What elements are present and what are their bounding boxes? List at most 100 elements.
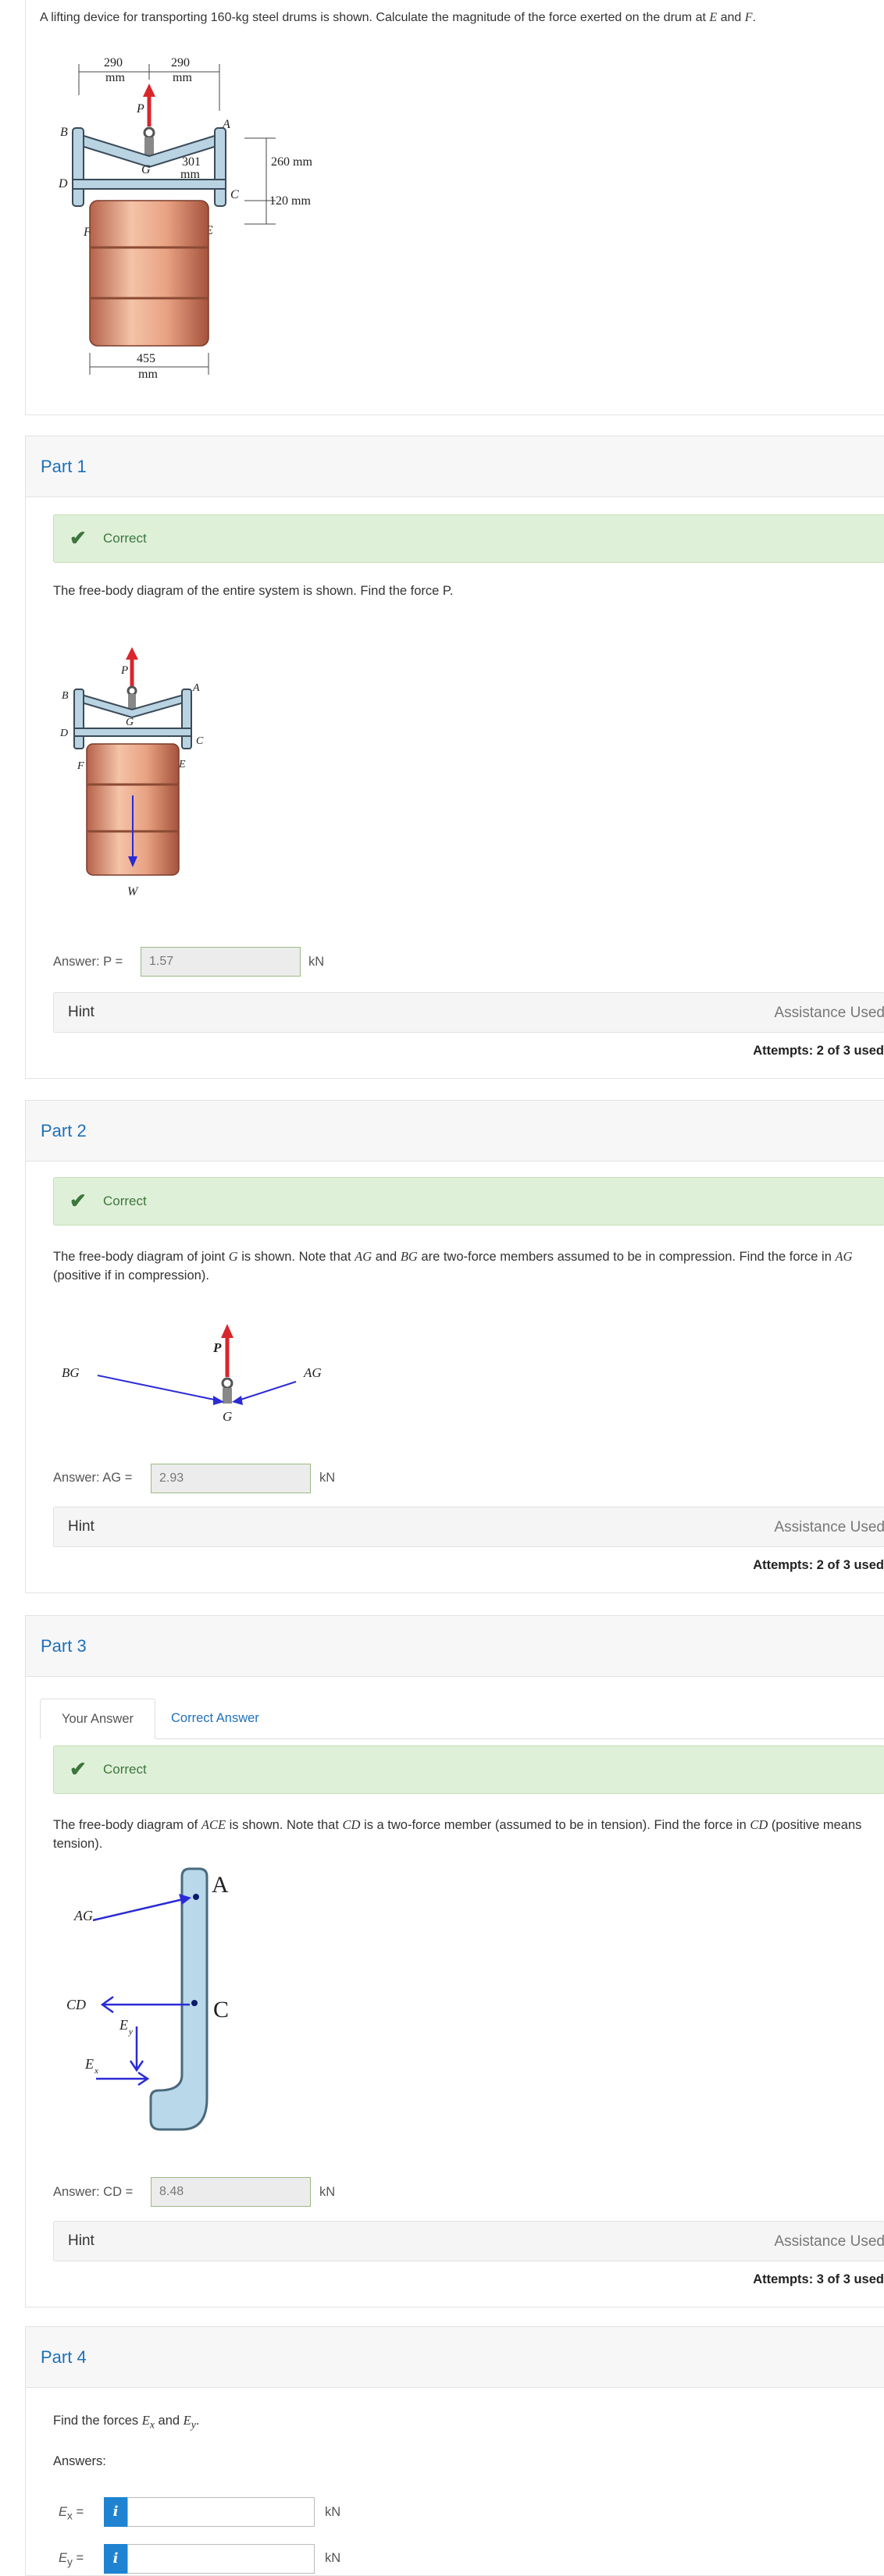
ex-info-icon[interactable]: i [104,2497,127,2527]
ex-input[interactable] [127,2497,315,2527]
part2-hint-bar[interactable]: Hint Assistance Used [53,1507,884,1547]
fbd3-ey: E [119,2017,128,2033]
part1-header[interactable]: Part 1 [26,436,884,497]
q4-ey: E [183,2413,191,2428]
part3-answer-input[interactable]: 8.48 [151,2177,311,2207]
part3-unit: kN [319,2185,336,2199]
dim-301: 301 [182,155,201,169]
fbd1-b: B [62,690,69,702]
q2-d: are two-force members assumed to be in c… [417,1250,836,1264]
part2-assistance: Assistance Used [774,1519,884,1535]
part1-hint-bar[interactable]: Hint Assistance Used [53,992,884,1033]
fbd1-d: D [59,728,68,739]
ey-unit: kN [325,2551,341,2565]
ey-input[interactable] [127,2544,315,2574]
part2-hint[interactable]: Hint [68,1518,94,1535]
part1-unit: kN [308,955,325,969]
tab-correct-answer[interactable]: Correct Answer [171,1699,259,1739]
fbd2-ag: AG [303,1365,322,1380]
part3-attempts: Attempts: 3 of 3 used [753,2272,884,2286]
part1-status: Correct [103,531,147,546]
fbd1-a: A [192,682,200,694]
part3-question: The free-body diagram of ACE is shown. N… [53,1816,881,1853]
q2-c: and [372,1250,401,1264]
q2-e: (positive if in compression). [53,1268,209,1283]
label-d: D [58,177,68,190]
fbd3-ey-sub: y [128,2027,133,2037]
part2-correct-alert: ✔ Correct [53,1177,884,1226]
part2-title: Part 2 [41,1121,87,1140]
part3-answer-label: Answer: CD = [53,2185,134,2199]
part1-assistance: Assistance Used [774,1005,884,1021]
label-g: G [141,163,151,176]
label-p: P [136,102,144,116]
q4-c: . [195,2414,200,2428]
fbd3-c: C [213,1997,229,2023]
part3-header[interactable]: Part 3 [26,1616,884,1677]
dim-mm-right: mm [173,71,192,84]
problem-e: E [709,11,718,24]
q3-ace: ACE [201,1817,226,1832]
part2-answer-input[interactable]: 2.93 [151,1464,311,1493]
q2-b: is shown. Note that [237,1250,355,1264]
part3-status: Correct [103,1762,147,1777]
part3-hint-bar[interactable]: Hint Assistance Used [53,2221,884,2261]
part3-hint[interactable]: Hint [68,2233,94,2250]
part1-answer-input[interactable]: 1.57 [141,947,301,977]
dim-455-mm: mm [138,368,158,381]
ex-label: Ex = [59,2505,84,2521]
problem-statement: A lifting device for transporting 160-kg… [40,11,756,25]
part1-answer-label: Answer: P = [53,955,123,969]
part4-header[interactable]: Part 4 [26,2327,884,2388]
fbd3-ex: E [84,2056,94,2072]
ey-label: Ey = [59,2551,84,2567]
q4-a: Find the forces [53,2414,142,2428]
ey-info-icon[interactable]: i [104,2544,127,2574]
q2-ag: AG [355,1249,372,1264]
problem-text: A lifting device for transporting 160-kg… [40,11,710,24]
fbd3-ex-sub: x [94,2066,98,2076]
fbd3-a: A [212,1872,229,1898]
ey-label-sub: y [67,2556,73,2568]
q3-c: is a two-force member (assumed to be in … [360,1818,750,1832]
part1-fbd-figure: P B A D G C F E W [59,647,204,898]
check-icon: ✔ [70,1189,87,1212]
lifting-device-figure: 290 mm 290 mm P B A D G C F E 301 mm 260… [58,56,312,381]
q3-cd2: CD [750,1817,768,1832]
part1-attempts: Attempts: 2 of 3 used [753,1044,884,1058]
part3-fbd-figure: A C E AG CD E y E x [66,1867,229,2145]
ex-label-sub: x [67,2510,73,2522]
q3-cd: CD [342,1817,361,1832]
check-icon: ✔ [70,526,87,550]
q4-ex: E [141,2413,150,2428]
ey-equals: = [76,2551,84,2565]
fbd3-ag: AG [73,1908,93,1923]
part2-card: Part 2 ✔ Correct The free-body diagram o… [25,1100,884,1593]
part3-assistance: Assistance Used [774,2233,884,2250]
dim-120: 120 mm [269,194,311,208]
part4-question: Find the forces Ex and Ey. [53,2411,881,2434]
fbd1-c: C [196,735,204,747]
dim-260: 260 mm [271,155,312,169]
fbd3-e: E [162,2142,176,2145]
part4-title: Part 4 [41,2347,87,2367]
q4-b: and [154,2414,184,2428]
q2-a: The free-body diagram of joint [53,1250,229,1264]
part4-card: Part 4 Find the forces Ex and Ey. Answer… [25,2326,884,2576]
part2-status: Correct [103,1194,147,1208]
part4-answers-label: Answers: [53,2454,106,2468]
fbd1-p: P [120,664,128,677]
part3-card: Part 3 Your Answer Correct Answer ✔ Corr… [25,1615,884,2307]
dim-301-mm: mm [180,168,200,181]
part1-hint[interactable]: Hint [68,1004,94,1021]
part1-card: Part 1 ✔ Correct The free-body diagram o… [25,436,884,1079]
part3-title: Part 3 [41,1636,87,1656]
part2-header[interactable]: Part 2 [26,1101,884,1162]
fbd2-p: P [212,1340,222,1355]
problem-card: A lifting device for transporting 160-kg… [25,0,884,415]
q3-a: The free-body diagram of [53,1818,201,1832]
tab-your-answer[interactable]: Your Answer [40,1699,155,1739]
dim-mm-left: mm [105,71,125,84]
label-b: B [60,126,68,139]
ex-equals: = [76,2505,84,2519]
